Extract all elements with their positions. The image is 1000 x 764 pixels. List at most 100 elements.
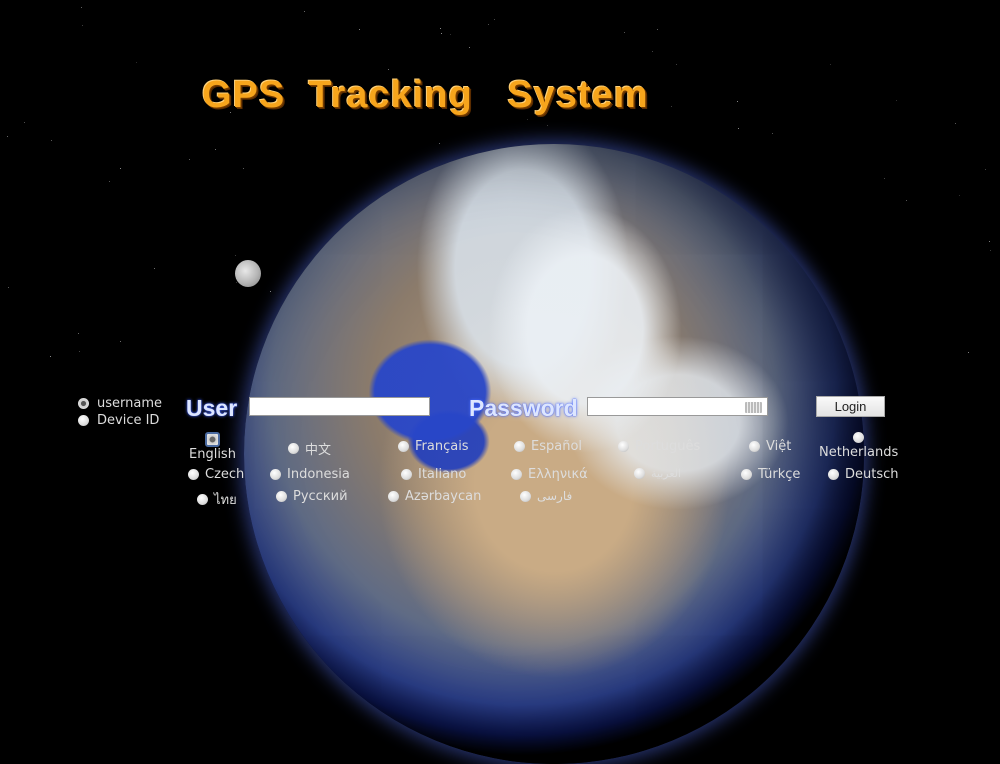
star	[737, 101, 738, 102]
star	[154, 268, 155, 269]
star	[235, 255, 236, 256]
radio-icon[interactable]	[388, 491, 399, 502]
star	[189, 159, 190, 160]
star	[657, 29, 658, 30]
radio-icon[interactable]	[276, 491, 287, 502]
star	[79, 351, 80, 352]
radio-icon[interactable]	[188, 469, 199, 480]
lang-russian[interactable]: Русский	[276, 489, 348, 504]
lang-thai[interactable]: ไทย	[197, 489, 237, 510]
star	[120, 341, 121, 342]
star	[50, 356, 51, 357]
radio-icon[interactable]	[514, 441, 525, 452]
star	[270, 291, 271, 292]
lang-azerbaijani[interactable]: Azərbaycan	[388, 489, 481, 504]
star	[772, 133, 773, 134]
earth-image	[244, 144, 864, 764]
radio-icon[interactable]	[520, 490, 531, 502]
star	[81, 7, 82, 8]
star	[439, 143, 440, 144]
lang-label: Azərbaycan	[405, 489, 482, 504]
radio-icon[interactable]	[634, 468, 645, 479]
star	[136, 62, 137, 63]
moon-image	[235, 260, 261, 287]
lang-label: Việt	[766, 439, 792, 454]
star	[896, 100, 897, 101]
lang-turkish[interactable]: Türkçe	[741, 467, 800, 482]
star	[236, 282, 237, 283]
lang-netherlands[interactable]: Netherlands	[819, 432, 898, 460]
star	[215, 149, 216, 150]
star	[469, 47, 470, 48]
login-button[interactable]: Login	[816, 396, 885, 417]
radio-icon[interactable]	[78, 398, 89, 409]
star	[359, 29, 360, 30]
star	[388, 69, 389, 70]
star	[304, 11, 305, 12]
lang-english[interactable]: English	[189, 432, 236, 462]
lang-arabic[interactable]: العربية	[634, 467, 681, 480]
lang-label: Indonesia	[287, 467, 350, 482]
user-label: User	[186, 395, 238, 421]
star	[990, 250, 991, 251]
lang-chinese[interactable]: 中文	[288, 439, 331, 458]
lang-portuguese[interactable]: Português	[618, 439, 700, 454]
radio-icon[interactable]	[749, 441, 760, 452]
password-input[interactable]	[588, 400, 767, 418]
radio-icon[interactable]	[741, 469, 752, 480]
star	[830, 64, 831, 65]
star	[547, 125, 548, 126]
radio-icon[interactable]	[511, 469, 522, 480]
password-field-wrap	[587, 397, 768, 418]
user-input[interactable]	[250, 400, 429, 418]
star	[906, 200, 907, 201]
keyboard-icon[interactable]	[745, 402, 762, 413]
radio-icon[interactable]	[197, 494, 208, 505]
lang-persian[interactable]: فارسی	[520, 489, 572, 503]
star	[989, 241, 990, 242]
lang-label: Netherlands	[819, 445, 899, 460]
star	[959, 195, 960, 196]
login-type-username[interactable]: username	[78, 395, 162, 412]
password-label: Password	[469, 395, 578, 421]
radio-icon[interactable]	[398, 441, 409, 452]
login-type-device-id[interactable]: Device ID	[78, 412, 162, 429]
lang-label: 中文	[305, 443, 332, 458]
star	[494, 19, 495, 20]
radio-icon[interactable]	[618, 441, 629, 452]
radio-icon[interactable]	[828, 469, 839, 480]
star	[440, 28, 441, 29]
star	[120, 168, 121, 169]
star	[968, 352, 969, 353]
lang-greek[interactable]: Ελληνικά	[511, 467, 588, 482]
lang-label: Español	[531, 439, 583, 454]
star	[671, 106, 672, 107]
radio-icon[interactable]	[204, 432, 220, 447]
star	[738, 128, 739, 129]
radio-icon[interactable]	[78, 415, 89, 426]
radio-icon[interactable]	[401, 469, 412, 480]
lang-spanish[interactable]: Español	[514, 439, 582, 454]
star	[82, 25, 83, 26]
radio-icon[interactable]	[270, 469, 281, 480]
star	[8, 287, 9, 288]
user-field-wrap	[249, 397, 430, 418]
lang-italian[interactable]: Italiano	[401, 467, 466, 482]
lang-german[interactable]: Deutsch	[828, 467, 899, 482]
page-title: GPS Tracking System	[202, 74, 649, 116]
lang-label: ไทย	[214, 493, 237, 508]
login-type-label: username	[97, 396, 162, 411]
radio-icon[interactable]	[853, 432, 865, 443]
lang-vietnamese[interactable]: Việt	[749, 439, 791, 454]
lang-label: Türkçe	[758, 467, 801, 482]
lang-french[interactable]: Français	[398, 439, 469, 454]
star	[51, 140, 52, 141]
lang-indonesia[interactable]: Indonesia	[270, 467, 350, 482]
lang-label: العربية	[651, 467, 682, 480]
lang-label: Русский	[293, 489, 348, 504]
lang-label: English	[189, 447, 236, 462]
radio-icon[interactable]	[288, 443, 299, 454]
star	[884, 178, 885, 179]
lang-label: Português	[635, 439, 701, 454]
lang-czech[interactable]: Czech	[188, 467, 244, 482]
